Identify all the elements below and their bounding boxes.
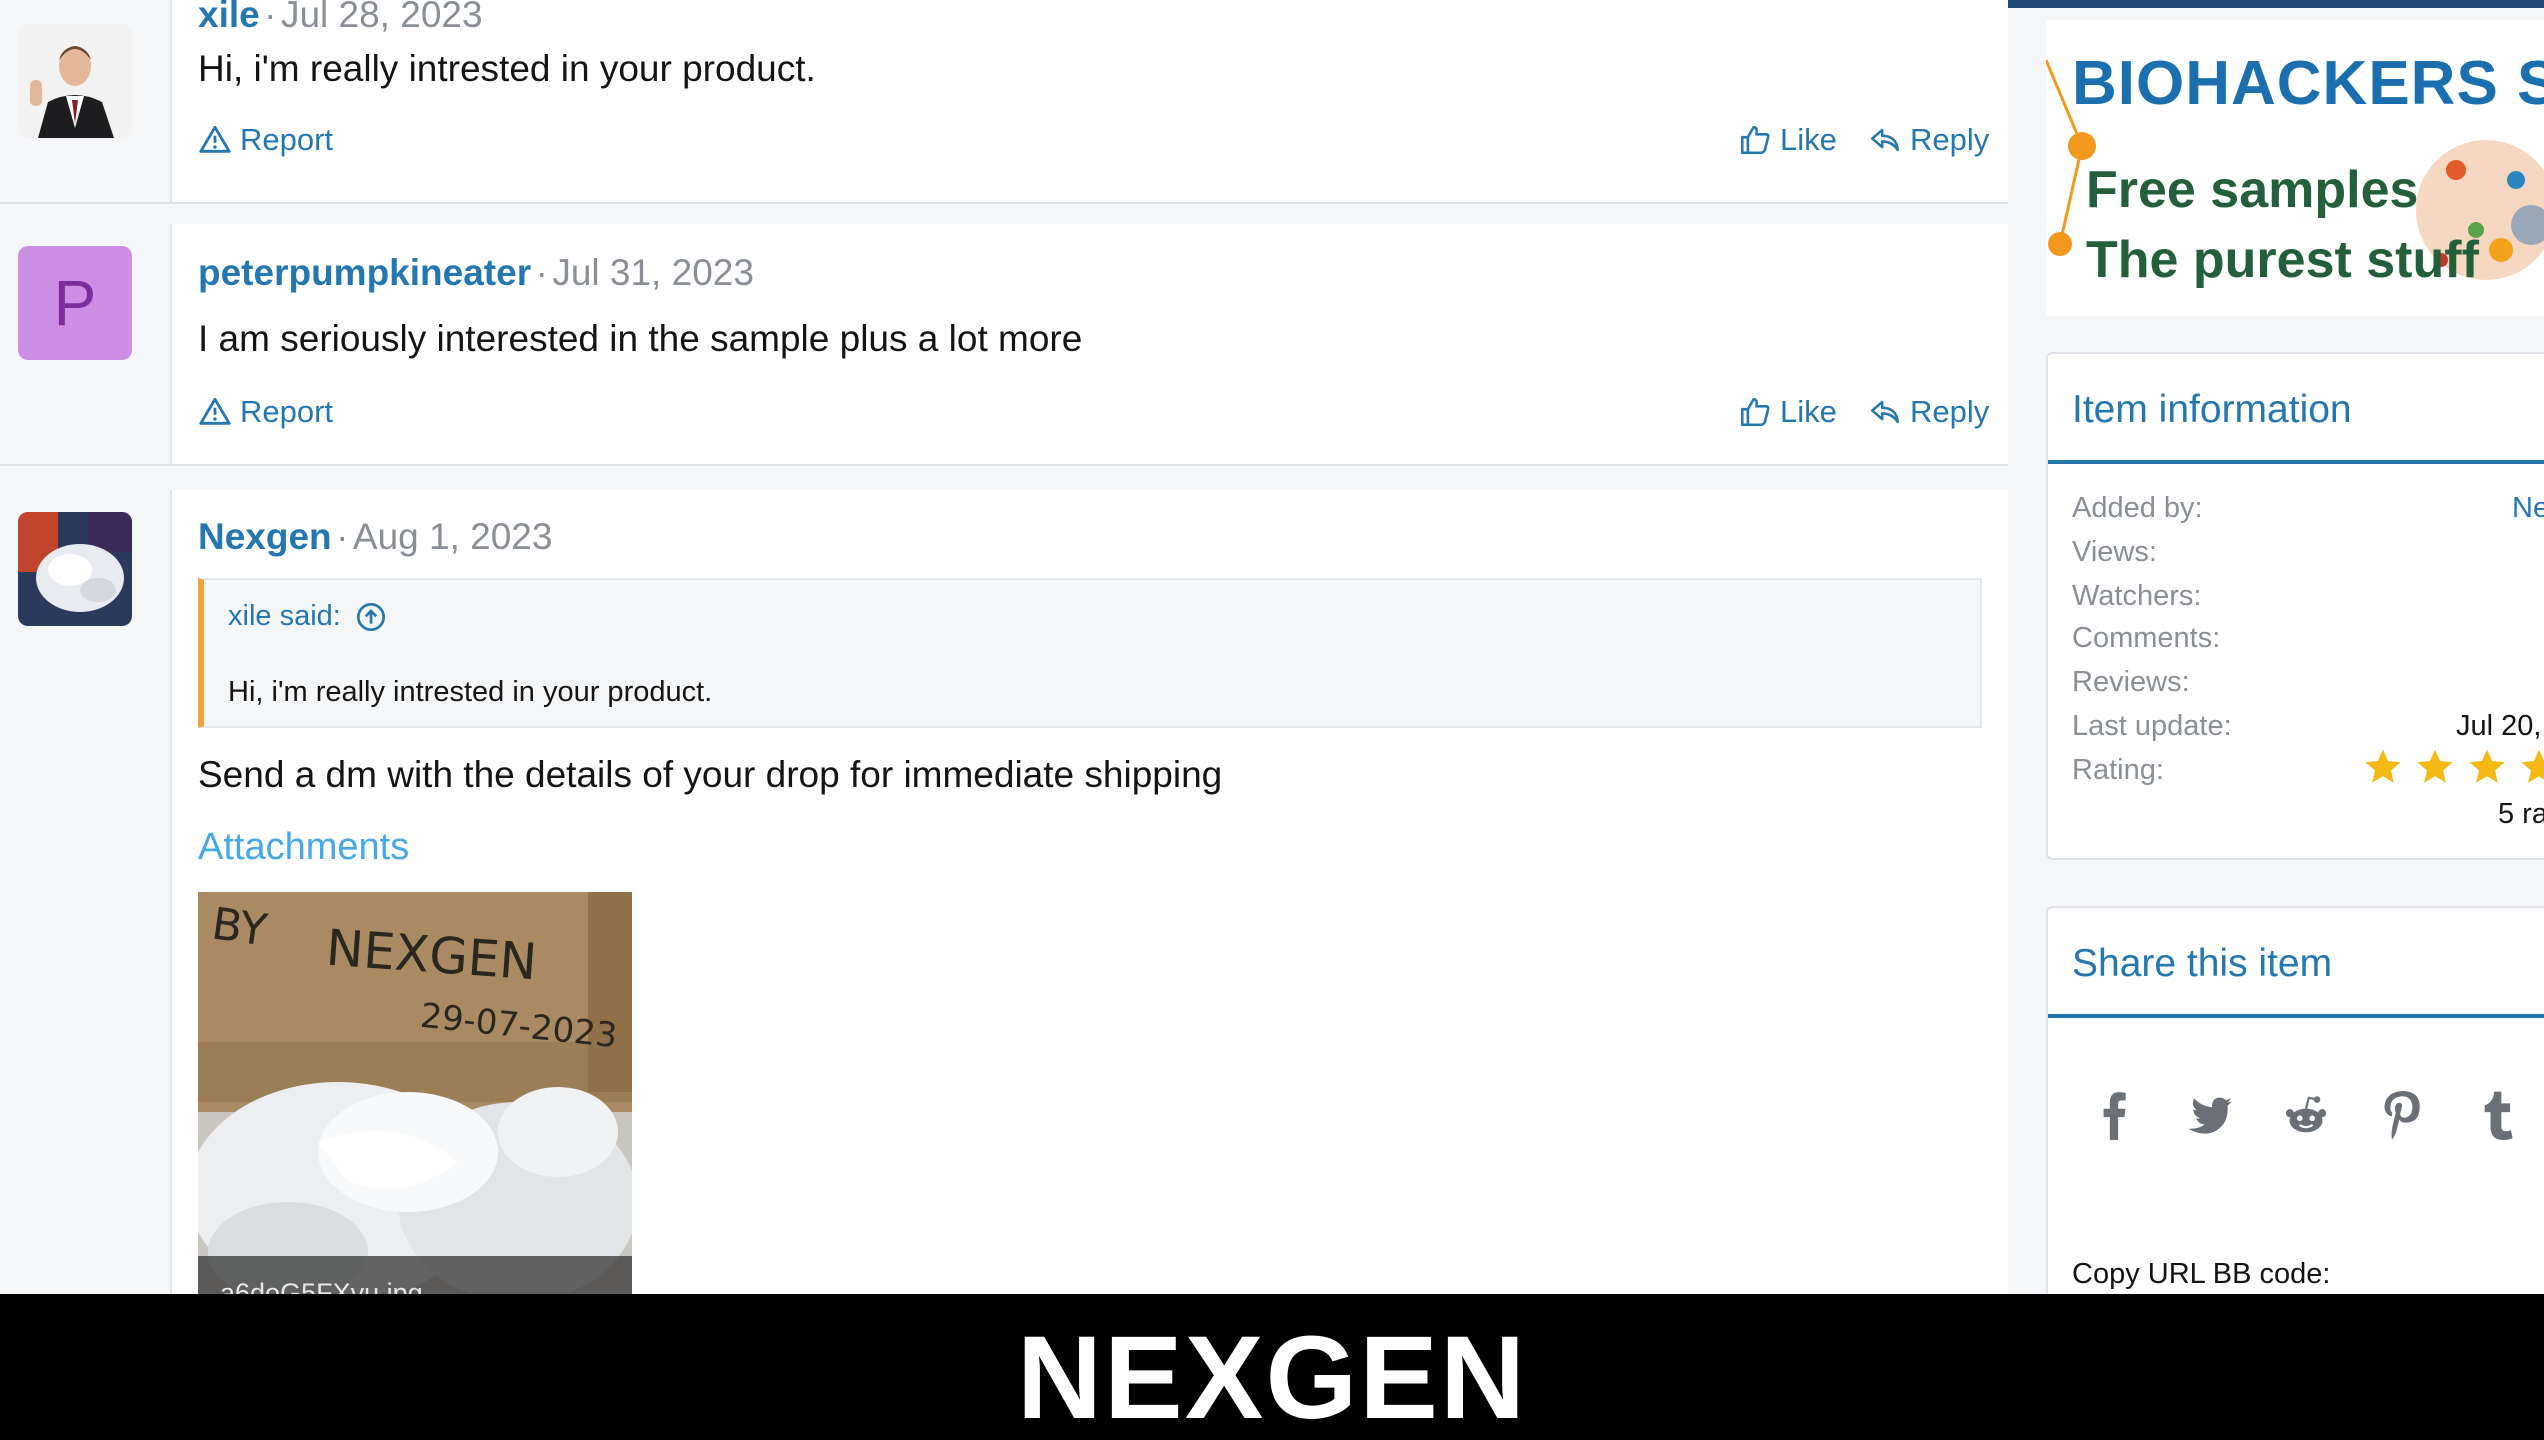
meta-separator: · xyxy=(264,0,277,35)
banner-line-2: The purest stuff xyxy=(2086,231,2479,289)
thumbs-up-icon xyxy=(1740,125,1770,155)
block-title: Share this item xyxy=(2072,942,2333,985)
share-block: Share this item Copy URL BB code: xyxy=(2046,906,2544,1326)
avatar-column xyxy=(0,490,172,1320)
item-information-block: Item information Added by: Ne Views: Wat… xyxy=(2046,352,2544,860)
copy-bb-code-label: Copy URL BB code: xyxy=(2072,1258,2331,1290)
quote-block: xile said: Hi, i'm really intrested in y… xyxy=(198,578,1982,728)
star-icon xyxy=(2469,749,2505,783)
meta-separator: · xyxy=(535,252,548,293)
added-by-value[interactable]: Ne xyxy=(2512,492,2544,525)
reply-button[interactable]: Reply xyxy=(1868,122,1989,158)
ratings-count: 5 ra xyxy=(2498,798,2544,830)
info-row-reviews: Reviews: xyxy=(2072,666,2190,698)
star-icon xyxy=(2521,749,2544,783)
post-date[interactable]: Aug 1, 2023 xyxy=(353,516,553,557)
star-icon xyxy=(2365,749,2401,783)
post-date[interactable]: Jul 31, 2023 xyxy=(552,252,754,293)
avatar-column: P xyxy=(0,224,172,464)
video-caption-bar: NEXGEN xyxy=(0,1294,2544,1440)
tumblr-icon[interactable] xyxy=(2476,1088,2520,1142)
reddit-icon[interactable] xyxy=(2284,1088,2328,1142)
banner-title: BIOHACKERS SHO xyxy=(2072,49,2544,118)
info-row-watchers: Watchers: xyxy=(2072,580,2202,612)
star-icon xyxy=(2417,749,2453,783)
rating-stars xyxy=(2362,746,2544,794)
post-author[interactable]: peterpumpkineater xyxy=(198,252,531,293)
avatar[interactable] xyxy=(18,512,132,626)
twitter-icon[interactable] xyxy=(2188,1088,2232,1142)
avatar[interactable]: P xyxy=(18,246,132,360)
video-caption: NEXGEN xyxy=(1016,1312,1528,1440)
warning-icon xyxy=(199,125,231,153)
post-author[interactable]: Nexgen xyxy=(198,516,332,557)
block-header: Share this item xyxy=(2048,908,2544,1018)
post-date[interactable]: Jul 28, 2023 xyxy=(281,0,483,35)
report-button[interactable]: Report xyxy=(198,122,333,158)
reply-icon xyxy=(1870,128,1900,152)
post-message: I am seriously interested in the sample … xyxy=(198,318,1083,359)
block-title: Item information xyxy=(2072,388,2352,431)
comment-post: xile · Jul 28, 2023 Hi, i'm really intre… xyxy=(0,0,2008,204)
post-message: Hi, i'm really intrested in your product… xyxy=(198,48,816,89)
attachments-title: Attachments xyxy=(198,826,410,868)
report-button[interactable]: Report xyxy=(198,394,333,430)
ad-banner[interactable]: BIOHACKERS SHO Free samples The purest s… xyxy=(2046,20,2544,316)
banner-line-1: Free samples xyxy=(2086,161,2419,219)
post-actions: Report Like Reply xyxy=(198,394,1989,438)
pinterest-icon[interactable] xyxy=(2380,1088,2424,1142)
post-actions: Report Like Reply xyxy=(198,122,1989,166)
reply-button[interactable]: Reply xyxy=(1868,394,1989,430)
attachment-thumbnail[interactable]: BY NEXGEN 29-07-2023 a6doG5FXvu.jpg xyxy=(198,892,632,1312)
reply-icon xyxy=(1870,400,1900,424)
info-row-views: Views: xyxy=(2072,536,2157,568)
like-button[interactable]: Like xyxy=(1738,122,1837,158)
avatar-letter: P xyxy=(53,267,97,339)
thumbs-up-icon xyxy=(1740,397,1770,427)
meta-separator: · xyxy=(336,516,349,557)
post-message: Send a dm with the details of your drop … xyxy=(198,754,1223,795)
avatar-column xyxy=(0,0,172,202)
facebook-icon[interactable] xyxy=(2092,1088,2136,1142)
like-button[interactable]: Like xyxy=(1738,394,1837,430)
share-icons xyxy=(2092,1088,2520,1142)
info-row-comments: Comments: xyxy=(2072,622,2221,654)
photo-label-top: BY xyxy=(208,898,270,957)
last-update-value: Jul 20, xyxy=(2456,710,2542,742)
quote-author[interactable]: xile said: xyxy=(228,600,341,633)
quote-text: Hi, i'm really intrested in your product… xyxy=(228,676,713,708)
quote-header[interactable]: xile said: xyxy=(228,600,387,633)
arrow-up-circle-icon[interactable] xyxy=(355,601,387,633)
comment-post: P peterpumpkineater · Jul 31, 2023 I am … xyxy=(0,224,2008,466)
warning-icon xyxy=(199,397,231,425)
post-author[interactable]: xile xyxy=(198,0,260,35)
comment-post: Nexgen · Aug 1, 2023 xile said: Hi, i'm … xyxy=(0,490,2008,1320)
block-header: Item information xyxy=(2048,354,2544,464)
avatar[interactable] xyxy=(18,24,132,138)
info-row-added-by: Added by: xyxy=(2072,492,2203,524)
